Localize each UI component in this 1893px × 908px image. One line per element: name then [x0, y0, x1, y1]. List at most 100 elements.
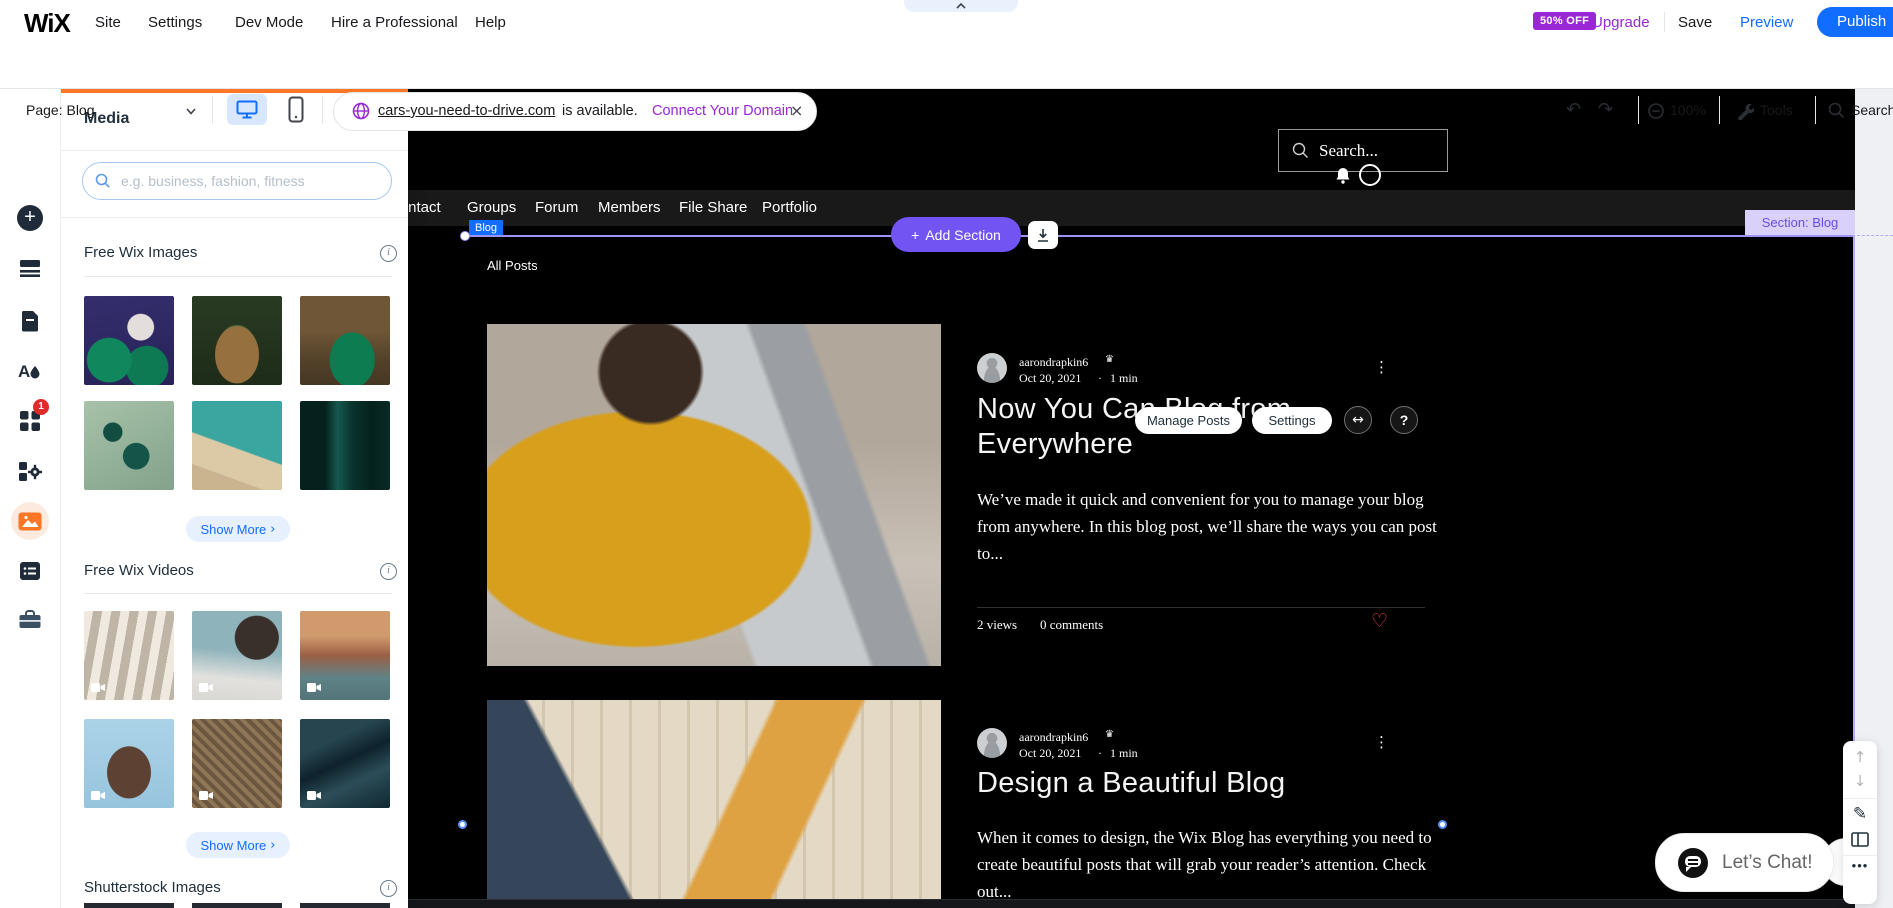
divider	[84, 593, 392, 594]
media-video-thumbnail[interactable]	[192, 719, 282, 808]
info-icon[interactable]: i	[380, 563, 397, 580]
media-image-thumbnail[interactable]	[84, 296, 174, 385]
more-options-icon[interactable]: •••	[1852, 858, 1869, 873]
chevron-down-icon[interactable]	[186, 108, 196, 115]
redo-icon[interactable]: ↷	[1598, 99, 1613, 120]
media-video-thumbnail[interactable]	[300, 719, 390, 808]
video-camera-icon	[307, 791, 321, 801]
next-section-edge	[408, 899, 1855, 908]
lets-chat-button[interactable]: Let’s Chat!	[1655, 833, 1834, 892]
edit-pencil-icon[interactable]: ✎	[1853, 804, 1867, 824]
chevron-up-icon	[956, 3, 966, 9]
collapse-toolbar-tab[interactable]	[904, 0, 1018, 12]
mobile-icon[interactable]	[288, 96, 304, 123]
nav-item-file-share[interactable]: File Share	[679, 190, 747, 226]
nav-item-members[interactable]: Members	[598, 190, 661, 226]
images-section-title: Free Wix Images	[84, 244, 197, 261]
meta-separator: ·	[1098, 746, 1102, 761]
media-image-thumbnail[interactable]	[300, 296, 390, 385]
nav-item-contact[interactable]: Contact	[408, 190, 441, 226]
desktop-view-button[interactable]	[227, 94, 267, 125]
business-tools-button[interactable]	[17, 606, 43, 632]
page-selector-label[interactable]: Page: Blog	[26, 102, 95, 118]
site-pages-button[interactable]	[17, 308, 43, 334]
media-button-active[interactable]	[11, 502, 49, 540]
menu-hire-a-professional[interactable]: Hire a Professional	[331, 14, 458, 31]
undo-icon[interactable]: ↶	[1566, 99, 1581, 120]
post-image[interactable]	[487, 700, 941, 908]
notifications-bell-icon[interactable]	[1335, 167, 1351, 184]
divider	[1719, 96, 1720, 124]
member-avatar[interactable]	[1359, 164, 1381, 186]
menu-settings[interactable]: Settings	[148, 14, 202, 31]
author-name[interactable]: aarondrapkin6	[1019, 355, 1088, 370]
media-video-thumbnail[interactable]	[84, 611, 174, 700]
post-title[interactable]: Design a Beautiful Blog	[977, 766, 1577, 801]
media-video-thumbnail[interactable]	[192, 611, 282, 700]
comments-count[interactable]: 0 comments	[1040, 617, 1103, 633]
post-menu-icon[interactable]: ⋮	[1374, 733, 1389, 751]
show-more-videos-button[interactable]: Show More ›	[186, 832, 290, 858]
author-avatar[interactable]	[977, 353, 1007, 383]
add-section-button[interactable]	[17, 254, 43, 280]
wix-logo[interactable]: WiX	[24, 8, 70, 39]
video-camera-icon	[91, 791, 105, 801]
publish-button[interactable]: Publish	[1817, 7, 1893, 37]
section-label[interactable]: Section: Blog	[1745, 210, 1855, 235]
site-canvas[interactable]: Search... Contact Groups Forum Members F…	[408, 88, 1855, 908]
manage-posts-button[interactable]: Manage Posts	[1135, 407, 1242, 434]
close-icon[interactable]: ×	[790, 101, 803, 120]
help-button[interactable]: ?	[1390, 406, 1418, 434]
info-icon[interactable]: i	[380, 245, 397, 262]
section-handle[interactable]	[460, 231, 470, 241]
info-icon[interactable]: i	[380, 880, 397, 897]
add-section-pill[interactable]: + Add Section	[891, 217, 1021, 252]
site-design-button[interactable]: A	[17, 358, 43, 384]
my-business-button[interactable]	[17, 458, 43, 484]
connect-domain-link[interactable]: Connect Your Domain	[652, 103, 793, 119]
media-image-thumbnail[interactable]	[192, 401, 282, 490]
media-image-thumbnail[interactable]	[84, 401, 174, 490]
zoom-level[interactable]: 100%	[1670, 102, 1706, 118]
section-top-border[interactable]	[469, 235, 1855, 237]
media-search-input[interactable]	[119, 172, 373, 190]
layout-icon[interactable]	[1851, 832, 1869, 847]
media-image-thumbnail[interactable]	[300, 401, 390, 490]
media-search-box[interactable]	[82, 162, 392, 200]
domain-link[interactable]: cars-you-need-to-drive.com	[378, 103, 555, 119]
menu-help[interactable]: Help	[475, 14, 506, 31]
nav-item-portfolio[interactable]: Portfolio	[762, 190, 817, 226]
tools-button[interactable]: Tools	[1760, 102, 1793, 118]
editor-search-button[interactable]: Search	[1851, 102, 1893, 118]
chat-label: Let’s Chat!	[1722, 852, 1812, 874]
menu-dev-mode[interactable]: Dev Mode	[235, 14, 303, 31]
show-more-images-button[interactable]: Show More ›	[186, 516, 290, 542]
settings-button[interactable]: Settings	[1252, 407, 1332, 434]
media-video-thumbnail[interactable]	[300, 611, 390, 700]
upgrade-link[interactable]: Upgrade	[1592, 14, 1650, 31]
preview-button[interactable]: Preview	[1740, 14, 1793, 31]
stock-thumbnail-edge	[192, 903, 282, 908]
media-video-thumbnail[interactable]	[84, 719, 174, 808]
add-elements-button[interactable]: +	[17, 205, 43, 231]
like-heart-icon[interactable]: ♡	[1371, 610, 1388, 632]
widget-handle-right[interactable]	[1438, 820, 1447, 829]
zoom-out-icon[interactable]	[1648, 103, 1664, 119]
nav-item-forum[interactable]: Forum	[535, 190, 578, 226]
author-avatar[interactable]	[977, 728, 1007, 758]
post-menu-icon[interactable]: ⋮	[1374, 358, 1389, 376]
media-image-thumbnail[interactable]	[192, 296, 282, 385]
post-image[interactable]	[487, 324, 941, 666]
move-down-icon[interactable]: ↓	[1854, 772, 1867, 790]
domain-banner: cars-you-need-to-drive.com is available.…	[333, 92, 817, 131]
move-up-icon[interactable]: ↑	[1854, 748, 1867, 766]
content-manager-button[interactable]	[17, 558, 43, 584]
author-name[interactable]: aarondrapkin6	[1019, 730, 1088, 745]
menu-site[interactable]: Site	[95, 14, 121, 31]
widget-handle-left[interactable]	[458, 820, 467, 829]
all-posts-filter[interactable]: All Posts	[487, 258, 538, 273]
save-button[interactable]: Save	[1678, 14, 1712, 31]
save-section-button[interactable]	[1028, 221, 1058, 249]
stretch-button[interactable]: ↔	[1344, 406, 1372, 434]
search-icon[interactable]	[1828, 102, 1845, 119]
